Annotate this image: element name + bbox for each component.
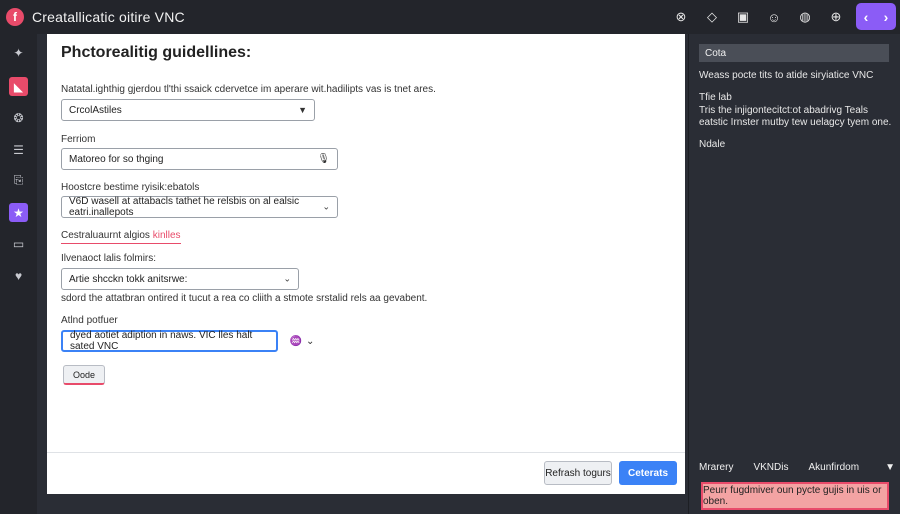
hoostcre-select[interactable]: V6D wasell at attabacls tathet he relsbi…: [61, 196, 338, 218]
sparkle-icon[interactable]: ✦: [9, 43, 28, 62]
left-rail: ✦ ◣ ❂ ☰ ⎘ ★ ▭ ♥: [0, 34, 37, 514]
section-heading: Cestraluaurnt algios kinlles: [61, 230, 181, 244]
right-panel-block-title: Tfie lab: [699, 92, 732, 103]
field-label-atlnd: Atlnd potfuer: [61, 315, 118, 326]
chevron-right-icon[interactable]: ›: [884, 9, 889, 25]
chevron-down-icon: ⌄: [306, 335, 315, 347]
close-circle-icon[interactable]: ⊗: [671, 7, 691, 27]
tab-vkndis[interactable]: VKNDis: [753, 462, 788, 473]
footer-bar: Refrash togurs Ceterats: [47, 452, 685, 494]
right-panel-tabs: Mrarery VKNDis Akunfirdom ▼: [699, 462, 895, 473]
notes-icon[interactable]: ◣: [9, 77, 28, 96]
brain-icon[interactable]: ❂: [9, 108, 28, 127]
nav-buttons: ‹ ›: [856, 3, 896, 30]
page-title: Phctorealitig guidellines:: [61, 44, 252, 61]
right-panel-label: Ndale: [699, 139, 726, 150]
star-icon[interactable]: ★: [9, 203, 28, 222]
notice-banner: Peurr fugdmiver oun pycte gujis in uis o…: [701, 482, 889, 510]
field-label-ilvenaoct: Ilvenaoct lalis folmirs:: [61, 253, 157, 264]
ilvenaoct-select[interactable]: Artie shcckn tokk anitsrwe: ⌄: [61, 268, 299, 290]
chevron-down-icon: ▼: [298, 105, 307, 115]
ferriom-input[interactable]: Matoreo for so thging 🎙: [61, 148, 338, 170]
right-panel-block-body: Tris the injigontecitct:ot abadrivg Teal…: [699, 105, 892, 128]
atlnd-input-value: dyed aotiet adiption in naws. VIC lles h…: [70, 330, 253, 352]
chevron-down-icon[interactable]: ▼: [885, 462, 895, 473]
mode-select[interactable]: ♒ ⌄: [284, 331, 320, 351]
tab-mrarery[interactable]: Mrarery: [699, 462, 733, 473]
zoom-icon[interactable]: ⊕: [826, 7, 846, 27]
style-select-value: CrcolAstiles: [69, 104, 122, 116]
list-icon[interactable]: ☰: [9, 140, 28, 159]
heart-icon[interactable]: ♥: [9, 266, 28, 285]
style-select[interactable]: CrcolAstiles ▼: [61, 99, 315, 121]
hoostcre-select-value: V6D wasell at attabacls tathet he relsbi…: [69, 196, 300, 218]
title-bar: f Creatallicatic oitire VNC ⊗ ◇ ▣ ☺ ◍ ⊕ …: [0, 0, 900, 34]
app-logo-icon: f: [6, 8, 24, 26]
right-panel-heading: Cota: [699, 44, 889, 62]
atlnd-input[interactable]: dyed aotiet adiption in naws. VIC lles h…: [61, 330, 278, 352]
microphone-icon[interactable]: 🎙: [317, 154, 330, 165]
ferriom-input-value: Matoreo for so thging: [69, 153, 164, 165]
hint-text: sdord the attatbran ontired it tucut a r…: [61, 293, 428, 304]
tab-akunfirdom[interactable]: Akunfirdom: [808, 462, 859, 473]
wave-icon: ♒: [289, 335, 303, 347]
globe-icon[interactable]: ◍: [795, 7, 815, 27]
code-button[interactable]: Oode: [63, 365, 105, 385]
ilvenaoct-select-value: Artie shcckn tokk anitsrwe:: [69, 273, 188, 285]
field-label-ferriom: Ferriom: [61, 134, 96, 145]
image-icon[interactable]: ▣: [733, 7, 753, 27]
main-panel: Phctorealitig guidellines: Natatal.ighth…: [47, 34, 685, 494]
chevron-down-icon: ⌄: [322, 201, 330, 212]
generate-button[interactable]: Ceterats: [619, 461, 677, 485]
toolbar-icons: ⊗ ◇ ▣ ☺ ◍ ⊕: [671, 7, 846, 27]
dropbox-icon[interactable]: ◇: [702, 7, 722, 27]
chevron-left-icon[interactable]: ‹: [864, 9, 869, 25]
section-heading-link[interactable]: kinlles: [153, 230, 181, 241]
message-icon[interactable]: ▭: [9, 234, 28, 253]
page-description: Natatal.ighthig gjerdou tl'thi ssaick cd…: [61, 84, 436, 95]
refresh-button[interactable]: Refrash togurs: [544, 461, 612, 485]
chevron-down-icon: ⌄: [283, 273, 291, 284]
right-panel: Cota Weass pocte tits to atide siryiatic…: [688, 34, 900, 514]
app-title: Creatallicatic oitire VNC: [32, 9, 185, 25]
people-icon[interactable]: ☺: [764, 7, 784, 27]
clipboard-icon[interactable]: ⎘: [9, 171, 28, 190]
field-label-hoostcre: Hoostcre bestime ryisik:ebatols: [61, 182, 200, 193]
section-heading-text: Cestraluaurnt algios: [61, 230, 153, 241]
right-panel-line: Weass pocte tits to atide siryiatice VNC: [699, 70, 874, 81]
